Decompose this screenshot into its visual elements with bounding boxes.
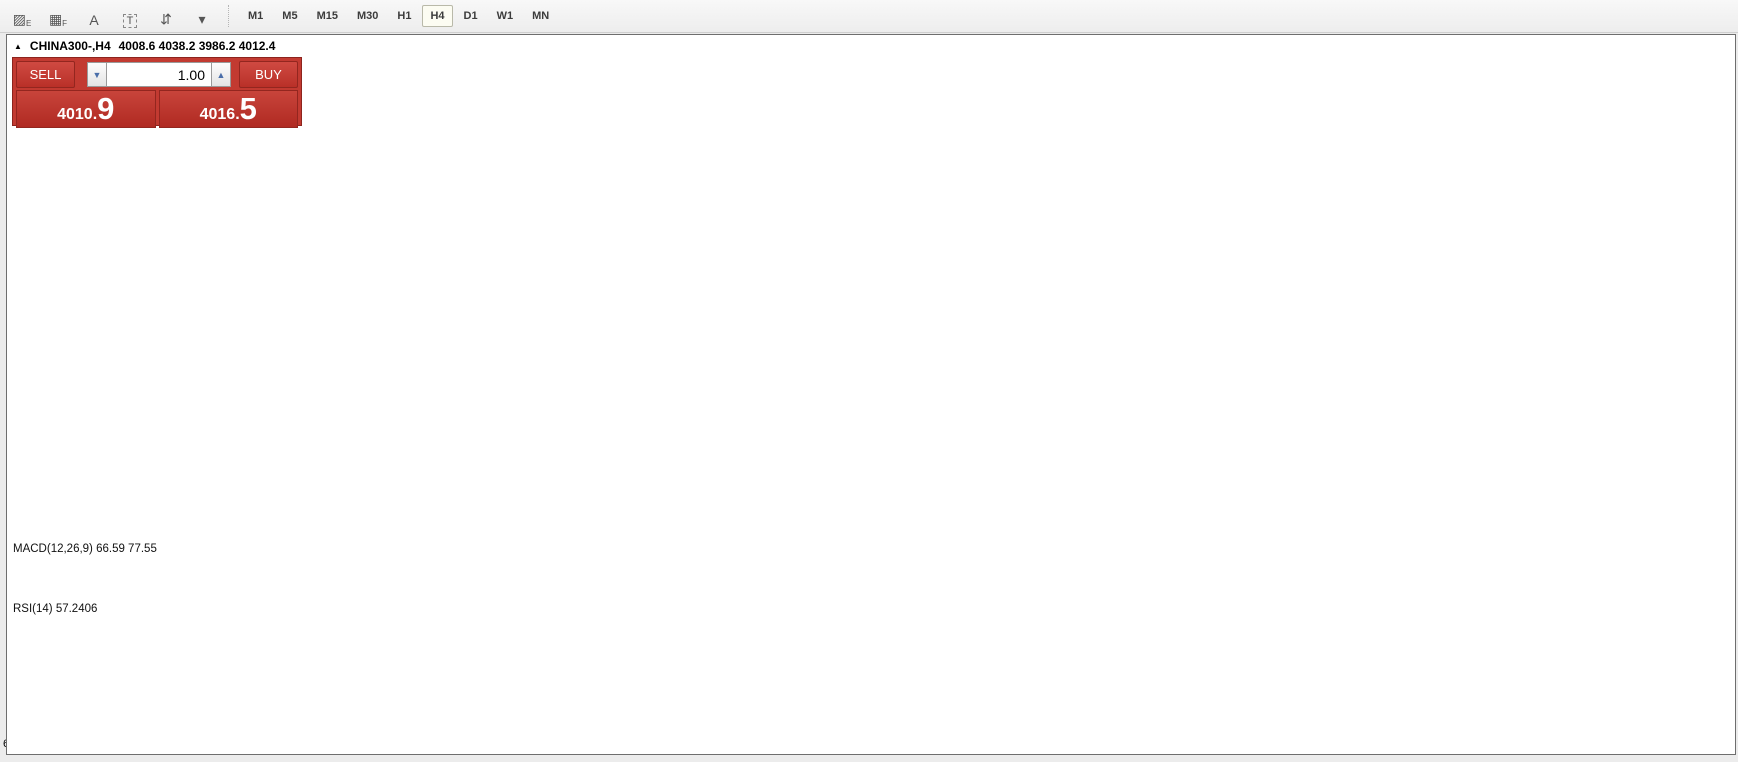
one-click-trading-panel: SELL ▼ ▲ BUY 4010 . 9 4016 . 5 — [12, 57, 302, 129]
buy-button[interactable]: BUY — [239, 61, 298, 88]
sell-price-big-digit: 9 — [97, 91, 115, 126]
volume-decrease-button[interactable]: ▼ — [87, 62, 107, 87]
timeframe-D1[interactable]: D1 — [456, 5, 486, 27]
ohlc-readout: 4008.6 4038.2 3986.2 4012.4 — [118, 39, 276, 53]
toolbar-icons: ▨ E ▦ F A T ⇵ ▾ — [8, 4, 224, 28]
volume-input[interactable] — [107, 62, 211, 87]
sell-button[interactable]: SELL — [16, 61, 75, 88]
toolbar-separator — [228, 5, 230, 27]
timeframe-M1[interactable]: M1 — [240, 5, 271, 27]
volume-stepper: ▼ ▲ — [87, 62, 231, 87]
timeframe-MN[interactable]: MN — [524, 5, 557, 27]
timeframe-H1[interactable]: H1 — [389, 5, 419, 27]
sell-price-quote[interactable]: 4010 . 9 — [16, 90, 156, 128]
macd-indicator-label: MACD(12,26,9) 66.59 77.55 — [13, 543, 157, 555]
text-box-icon[interactable]: T — [116, 4, 144, 28]
toolbar-dropdown-icon[interactable]: ▾ — [188, 4, 216, 28]
buy-price-quote[interactable]: 4016 . 5 — [158, 90, 298, 128]
sell-price-main: 4010 — [57, 106, 93, 123]
price-quote-row: 4010 . 9 4016 . 5 — [13, 89, 301, 129]
order-controls-row: SELL ▼ ▲ BUY — [13, 58, 301, 89]
timeframe-W1[interactable]: W1 — [489, 5, 522, 27]
collapse-panel-icon[interactable]: ▲ — [14, 42, 22, 51]
timeframe-M15[interactable]: M15 — [309, 5, 346, 27]
volume-increase-button[interactable]: ▲ — [211, 62, 231, 87]
timeframe-M30[interactable]: M30 — [349, 5, 386, 27]
text-label-icon[interactable]: A — [80, 4, 108, 28]
chart-title-bar: ▲ CHINA300-,H4 4008.6 4038.2 3986.2 4012… — [14, 39, 275, 53]
auto-arrange-icon[interactable]: ⇵ — [152, 4, 180, 28]
timeframe-buttons: M1 M5 M15 M30 H1 H4 D1 W1 MN — [240, 5, 560, 27]
grid-period-icon[interactable]: ▦ F — [44, 4, 72, 28]
buy-price-big-digit: 5 — [239, 91, 257, 126]
buy-price-main: 4016 — [199, 106, 236, 123]
timeframe-H4[interactable]: H4 — [422, 5, 453, 27]
symbol-timeframe-label: CHINA300-,H4 — [29, 39, 111, 53]
timeframe-M5[interactable]: M5 — [274, 5, 305, 27]
rsi-indicator-label: RSI(14) 57.2406 — [13, 603, 98, 615]
top-toolbar: ▨ E ▦ F A T ⇵ ▾ M1 M5 M15 M30 H1 H4 D1 W1 MN — [0, 0, 1738, 33]
chart-window — [6, 34, 1736, 755]
expert-advisor-icon[interactable]: ▨ E — [8, 4, 36, 28]
